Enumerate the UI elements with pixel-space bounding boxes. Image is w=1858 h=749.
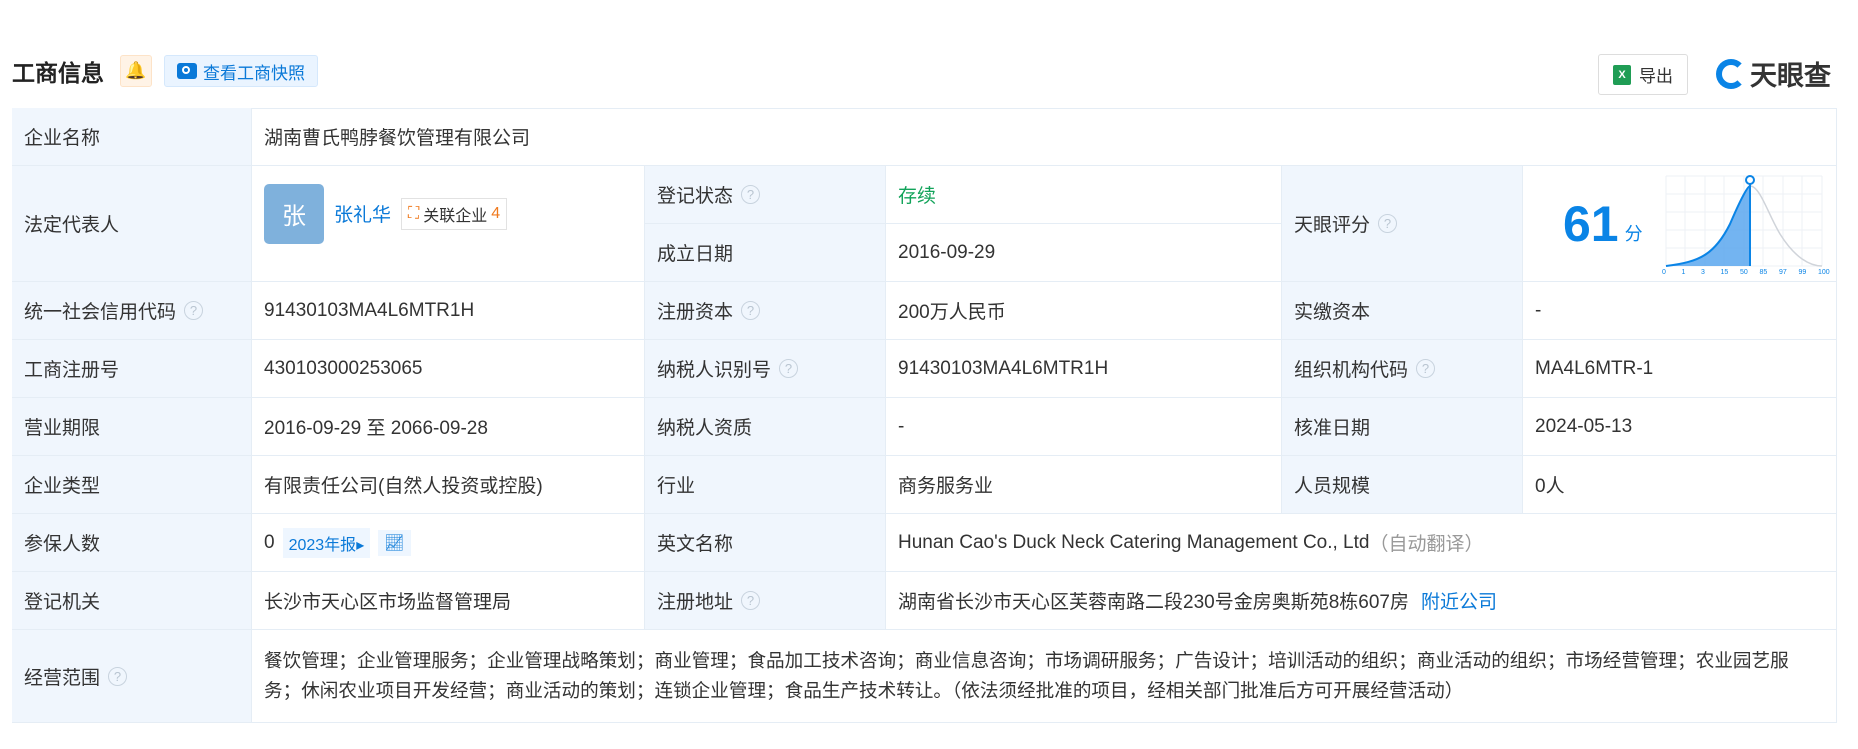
help-icon[interactable]: ? bbox=[1378, 214, 1398, 233]
label-score: 天眼评分? bbox=[1282, 166, 1523, 282]
export-button[interactable]: X 导出 bbox=[1598, 54, 1688, 95]
label-text: 统一社会信用代码 bbox=[24, 302, 177, 323]
help-icon[interactable]: ? bbox=[1416, 359, 1436, 378]
paid-capital: - bbox=[1523, 282, 1837, 340]
insured-count: 0 bbox=[264, 531, 275, 553]
label-english-name: 英文名称 bbox=[645, 514, 886, 572]
network-icon: ⛶ bbox=[408, 204, 420, 222]
label-taxpayer-id: 纳税人识别号? bbox=[645, 340, 886, 398]
credit-code: 91430103MA4L6MTR1H bbox=[252, 282, 645, 340]
axis-tick-label: 0 bbox=[1662, 269, 1666, 276]
trend-chart-icon[interactable]: 📈︎ bbox=[378, 529, 411, 556]
view-snapshot-button[interactable]: 查看工商快照 bbox=[164, 55, 318, 87]
reg-status: 存续 bbox=[886, 166, 1282, 224]
legal-rep-cell: 张 张礼华 ⛶ 关联企业 4 bbox=[252, 166, 645, 282]
axis-tick-label: 15 bbox=[1720, 269, 1729, 276]
legal-rep-name[interactable]: 张礼华 bbox=[334, 200, 391, 227]
related-label: 关联企业 bbox=[423, 207, 488, 225]
taxpayer-id: 91430103MA4L6MTR1H bbox=[886, 340, 1282, 398]
label-company-type: 企业类型 bbox=[12, 456, 252, 514]
bell-icon[interactable]: 🔔 bbox=[120, 55, 152, 87]
label-taxpayer-qual: 纳税人资质 bbox=[645, 398, 886, 456]
label-org-code: 组织机构代码? bbox=[1282, 340, 1523, 398]
score-unit: 分 bbox=[1624, 223, 1643, 244]
company-name: 湖南曹氏鸭脖餐饮管理有限公司 bbox=[252, 108, 1837, 166]
report-label: 2023年报 bbox=[288, 536, 357, 554]
related-companies-button[interactable]: ⛶ 关联企业 4 bbox=[401, 197, 508, 230]
help-icon[interactable]: ? bbox=[741, 185, 761, 204]
score-axis: 0 1 3 15 50 85 97 99 100 bbox=[1660, 269, 1830, 279]
label-reg-status: 登记状态? bbox=[645, 166, 886, 224]
snapshot-label: 查看工商快照 bbox=[203, 63, 305, 83]
label-address: 注册地址? bbox=[645, 572, 886, 630]
label-reg-no: 工商注册号 bbox=[12, 340, 252, 398]
label-insured: 参保人数 bbox=[12, 514, 252, 572]
logo-text: 天眼查 bbox=[1750, 61, 1831, 91]
label-reg-capital: 注册资本? bbox=[645, 282, 886, 340]
axis-tick-label: 99 bbox=[1798, 269, 1807, 276]
tianyancha-logo: 天眼查 bbox=[1716, 54, 1831, 93]
business-term: 2016-09-29 至 2066-09-28 bbox=[252, 398, 645, 456]
label-credit-code: 统一社会信用代码? bbox=[12, 282, 252, 340]
label-staff-size: 人员规模 bbox=[1282, 456, 1523, 514]
label-text: 天眼评分 bbox=[1294, 215, 1371, 236]
founded-date: 2016-09-29 bbox=[886, 224, 1282, 282]
org-code: MA4L6MTR-1 bbox=[1523, 340, 1837, 398]
export-label: 导出 bbox=[1639, 67, 1673, 86]
label-text: 登记状态 bbox=[657, 186, 734, 207]
related-count: 4 bbox=[491, 204, 501, 222]
label-legal-rep: 法定代表人 bbox=[12, 166, 252, 282]
axis-tick-label: 3 bbox=[1701, 269, 1705, 276]
annual-report-link[interactable]: 2023年报▸ bbox=[282, 527, 371, 558]
axis-tick-label: 100 bbox=[1818, 269, 1830, 276]
reg-authority: 长沙市天心区市场监督管理局 bbox=[252, 572, 645, 630]
axis-tick-label: 50 bbox=[1740, 269, 1748, 276]
industry: 商务服务业 bbox=[886, 456, 1282, 514]
label-term: 营业期限 bbox=[12, 398, 252, 456]
reg-capital: 200万人民币 bbox=[886, 282, 1282, 340]
reg-no: 430103000253065 bbox=[252, 340, 645, 398]
score-distribution-chart bbox=[1665, 175, 1823, 267]
section-title: 工商信息 bbox=[12, 60, 104, 86]
axis-tick-label: 1 bbox=[1681, 269, 1686, 276]
label-founded: 成立日期 bbox=[645, 224, 886, 282]
label-approval-date: 核准日期 bbox=[1282, 398, 1523, 456]
label-scope: 经营范围? bbox=[12, 630, 252, 723]
insured-cell: 0 2023年报▸ 📈︎ bbox=[252, 514, 645, 572]
label-text: 注册地址 bbox=[657, 592, 734, 613]
score-value: 61 bbox=[1563, 195, 1619, 252]
excel-icon: X bbox=[1613, 64, 1631, 85]
avatar: 张 bbox=[264, 183, 324, 244]
label-paid-capital: 实缴资本 bbox=[1282, 282, 1523, 340]
company-type: 有限责任公司(自然人投资或控股) bbox=[252, 456, 645, 514]
logo-icon bbox=[1716, 58, 1746, 89]
label-text: 组织机构代码 bbox=[1294, 360, 1409, 381]
help-icon[interactable]: ? bbox=[779, 359, 799, 378]
label-industry: 行业 bbox=[645, 456, 886, 514]
approval-date: 2024-05-13 bbox=[1523, 398, 1837, 456]
help-icon[interactable]: ? bbox=[741, 301, 761, 320]
score-marker bbox=[1745, 175, 1755, 185]
camera-icon bbox=[177, 63, 197, 79]
help-icon[interactable]: ? bbox=[108, 666, 128, 686]
taxpayer-qual: - bbox=[886, 398, 1282, 456]
score-cell: 61 分 0 1 3 15 50 85 97 99 100 bbox=[1523, 166, 1837, 282]
english-name: Hunan Cao's Duck Neck Catering Managemen… bbox=[898, 531, 1370, 553]
label-company-name: 企业名称 bbox=[12, 108, 252, 166]
reg-address: 湖南省长沙市天心区芙蓉南路二段230号金房奥斯苑8栋607房 bbox=[898, 592, 1409, 613]
label-text: 注册资本 bbox=[657, 302, 734, 323]
help-icon[interactable]: ? bbox=[184, 301, 204, 320]
english-name-cell: Hunan Cao's Duck Neck Catering Managemen… bbox=[886, 514, 1837, 572]
staff-size: 0人 bbox=[1523, 456, 1837, 514]
label-text: 经营范围 bbox=[24, 667, 101, 689]
nearby-companies-link[interactable]: 附近公司 bbox=[1421, 587, 1497, 614]
label-text: 纳税人识别号 bbox=[657, 360, 772, 381]
label-authority: 登记机关 bbox=[12, 572, 252, 630]
business-scope: 餐饮管理；企业管理服务；企业管理战略策划；商业管理；食品加工技术咨询；商业信息咨… bbox=[252, 630, 1837, 723]
axis-tick-label: 85 bbox=[1759, 269, 1768, 276]
axis-tick-label: 97 bbox=[1779, 269, 1787, 276]
auto-translate-note: （自动翻译） bbox=[1369, 534, 1484, 555]
address-cell: 湖南省长沙市天心区芙蓉南路二段230号金房奥斯苑8栋607房 附近公司 bbox=[886, 572, 1837, 630]
help-icon[interactable]: ? bbox=[741, 591, 761, 610]
